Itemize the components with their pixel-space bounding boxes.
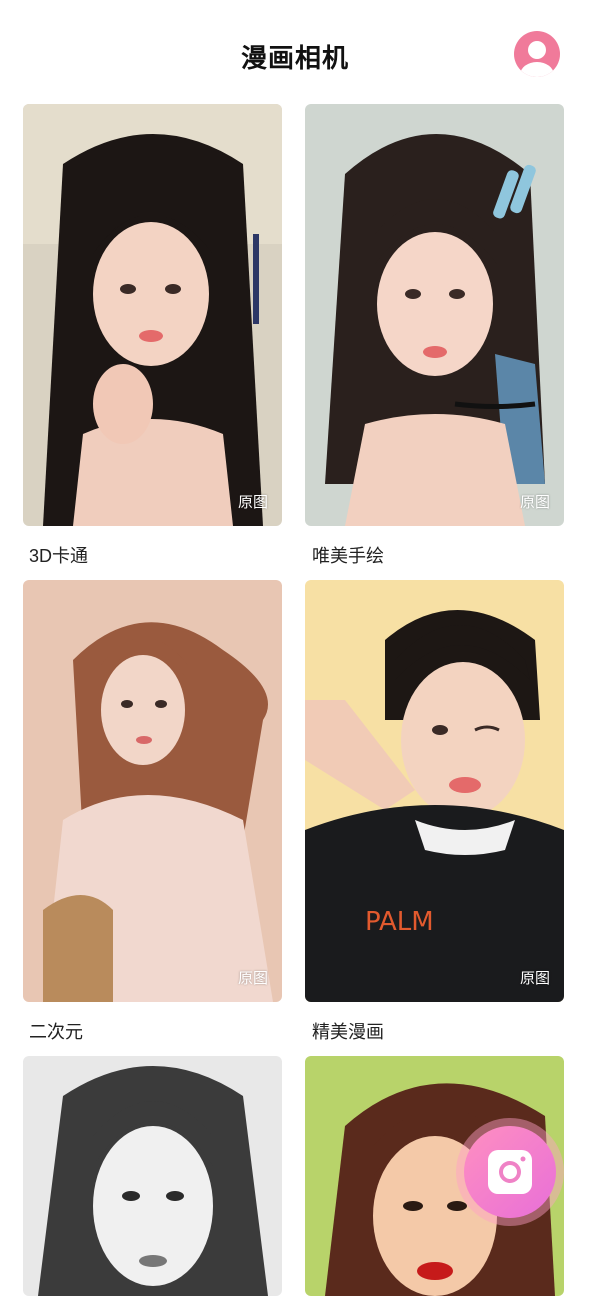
user-avatar-icon[interactable] — [514, 31, 560, 77]
camera-button[interactable] — [464, 1126, 556, 1218]
style-card-hand-drawn[interactable]: 原图 — [305, 104, 564, 526]
style-card-manga[interactable]: PALM 原图 — [305, 580, 564, 1002]
original-tag: 原图 — [519, 970, 550, 987]
style-card-anime[interactable]: 原图 — [23, 580, 282, 1002]
portrait-image — [23, 1056, 282, 1296]
original-tag: 原图 — [237, 494, 268, 511]
portrait-image — [23, 104, 282, 526]
portrait-image — [305, 104, 564, 526]
style-label: 二次元 — [29, 1022, 83, 1042]
style-label: 唯美手绘 — [312, 546, 384, 566]
style-label: 3D卡通 — [29, 546, 89, 566]
style-card-3d-cartoon[interactable]: 原图 — [23, 104, 282, 526]
portrait-image: PALM — [305, 580, 564, 1002]
original-tag: 原图 — [519, 494, 550, 511]
shirt-print: PALM — [365, 907, 434, 937]
camera-icon — [488, 1150, 532, 1194]
original-tag: 原图 — [237, 970, 268, 987]
page-title: 漫画相机 — [240, 43, 349, 73]
portrait-image — [23, 580, 282, 1002]
style-label: 精美漫画 — [312, 1022, 384, 1042]
style-card-sketch[interactable] — [23, 1056, 282, 1296]
header: 漫画相机 — [0, 0, 590, 100]
